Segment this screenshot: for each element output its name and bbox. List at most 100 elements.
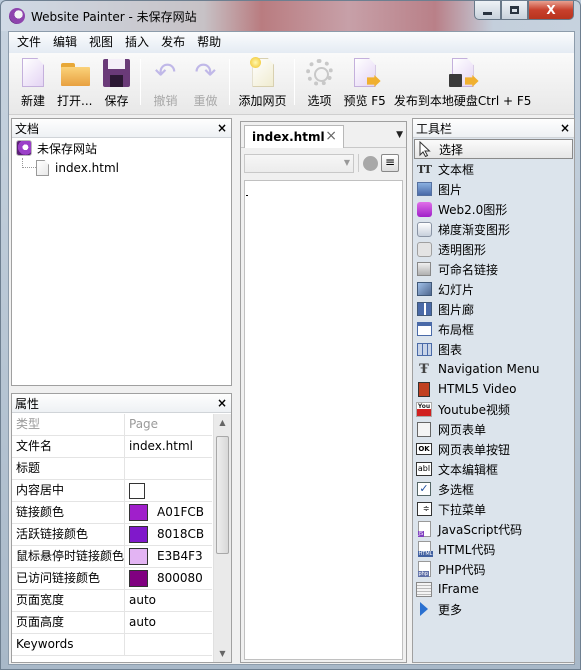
scrollbar-thumb[interactable] bbox=[216, 436, 229, 554]
tool-item[interactable]: IFrame bbox=[413, 579, 574, 599]
window-controls: X bbox=[474, 1, 574, 21]
color-swatch[interactable] bbox=[129, 548, 148, 565]
property-value-text: 800080 bbox=[157, 571, 203, 585]
property-value[interactable] bbox=[125, 458, 212, 479]
tool-item-label: Navigation Menu bbox=[438, 362, 540, 376]
tab-index-html[interactable]: index.html × bbox=[244, 125, 344, 148]
property-row[interactable]: 已访问链接颜色 800080 bbox=[12, 568, 212, 590]
property-value[interactable] bbox=[125, 480, 212, 501]
tool-item[interactable]: HTML HTML代码 bbox=[413, 539, 574, 559]
tool-item[interactable]: 布局框 bbox=[413, 319, 574, 339]
tab-close-icon[interactable]: × bbox=[325, 128, 337, 144]
tool-item[interactable]: 图表 bbox=[413, 339, 574, 359]
property-value[interactable]: 8018CB bbox=[125, 524, 212, 545]
redo-button[interactable]: ↷ 重做 bbox=[185, 53, 225, 111]
tool-item[interactable]: 选择 bbox=[414, 139, 573, 159]
color-swatch[interactable] bbox=[129, 526, 148, 543]
design-canvas[interactable] bbox=[244, 180, 403, 660]
publish-local-button[interactable]: 发布到本地硬盘Ctrl + F5 bbox=[390, 53, 536, 111]
property-value[interactable]: 800080 bbox=[125, 568, 212, 589]
property-key: 页面高度 bbox=[12, 612, 125, 633]
property-value[interactable]: index.html bbox=[125, 436, 212, 457]
property-row[interactable]: 页面宽度 auto bbox=[12, 590, 212, 612]
tool-item[interactable]: php PHP代码 bbox=[413, 559, 574, 579]
save-button[interactable]: 保存 bbox=[96, 53, 136, 111]
menu-publish[interactable]: 发布 bbox=[155, 32, 191, 53]
menu-file[interactable]: 文件 bbox=[11, 32, 47, 53]
property-key: Keywords bbox=[12, 634, 125, 655]
property-key: 页面宽度 bbox=[12, 590, 125, 611]
save-label: 保存 bbox=[104, 94, 129, 108]
tool-item[interactable]: ✓ 多选框 bbox=[413, 479, 574, 499]
tool-item[interactable]: abl 文本编辑框 bbox=[413, 459, 574, 479]
menu-view[interactable]: 视图 bbox=[83, 32, 119, 53]
tool-item[interactable]: 网页表单 bbox=[413, 419, 574, 439]
align-text-button[interactable]: ≡ bbox=[381, 154, 399, 172]
tool-item[interactable]: JS JavaScript代码 bbox=[413, 519, 574, 539]
menu-insert[interactable]: 插入 bbox=[119, 32, 155, 53]
app-window: Website Painter - 未保存网站 X 文件 编辑 视图 插入 发布… bbox=[0, 0, 581, 670]
tab-list-dropdown-icon[interactable]: ▼ bbox=[396, 130, 403, 140]
options-button[interactable]: 选项 bbox=[299, 53, 339, 111]
document-panel-title: 文档 bbox=[15, 121, 40, 136]
tool-item[interactable]: 透明图形 bbox=[413, 239, 574, 259]
property-value[interactable]: auto bbox=[125, 612, 212, 633]
close-toolbox-panel-icon[interactable]: × bbox=[560, 121, 570, 135]
property-row[interactable]: 鼠标悬停时链接颜色 E3B4F3 bbox=[12, 546, 212, 568]
property-value[interactable]: auto bbox=[125, 590, 212, 611]
color-swatch[interactable] bbox=[129, 504, 148, 521]
tool-item[interactable]: OK 网页表单按钮 bbox=[413, 439, 574, 459]
undo-button[interactable]: ↶ 撤销 bbox=[145, 53, 185, 111]
property-row[interactable]: 标题 bbox=[12, 458, 212, 480]
iframe-icon bbox=[416, 581, 432, 597]
scroll-up-arrow-icon[interactable]: ▲ bbox=[214, 414, 231, 431]
tool-item[interactable]: 更多 bbox=[413, 599, 574, 619]
maximize-button[interactable] bbox=[501, 1, 528, 20]
tool-item[interactable]: 梯度渐变图形 bbox=[413, 219, 574, 239]
title-bar[interactable]: Website Painter - 未保存网站 X bbox=[1, 1, 580, 31]
open-button[interactable]: 打开... bbox=[53, 53, 96, 111]
tool-item[interactable]: You Youtube视频 bbox=[413, 399, 574, 419]
tool-item[interactable]: 幻灯片 bbox=[413, 279, 574, 299]
property-row[interactable]: 活跃链接颜色 8018CB bbox=[12, 524, 212, 546]
properties-scrollbar[interactable]: ▲ ▼ bbox=[213, 414, 231, 662]
tool-item[interactable]: HTML5 Video bbox=[413, 379, 574, 399]
tool-item[interactable]: ≑ 下拉菜单 bbox=[413, 499, 574, 519]
add-page-button[interactable]: 添加网页 bbox=[234, 53, 290, 111]
html5-video-icon bbox=[416, 381, 432, 397]
tool-item[interactable]: Ŧ Navigation Menu bbox=[413, 359, 574, 379]
tree-item-site[interactable]: 未保存网站 bbox=[12, 138, 231, 158]
property-value[interactable]: A01FCB bbox=[125, 502, 212, 523]
center-content-checkbox[interactable] bbox=[129, 482, 145, 499]
tool-item[interactable]: Web2.0图形 bbox=[413, 199, 574, 219]
preview-button[interactable]: 预览 F5 bbox=[339, 53, 389, 111]
menu-edit[interactable]: 编辑 bbox=[47, 32, 83, 53]
tool-item[interactable]: 可命名链接 bbox=[413, 259, 574, 279]
tool-item[interactable]: TT 文本框 bbox=[413, 159, 574, 179]
tree-item-page[interactable]: index.html bbox=[12, 158, 231, 178]
chevron-down-icon: ▼ bbox=[343, 157, 350, 167]
property-row[interactable]: 页面高度 auto bbox=[12, 612, 212, 634]
property-value[interactable] bbox=[125, 634, 212, 655]
style-combo[interactable]: ▼ bbox=[244, 153, 354, 173]
close-document-panel-icon[interactable]: × bbox=[217, 121, 227, 135]
property-row[interactable]: 链接颜色 A01FCB bbox=[12, 502, 212, 524]
color-circle-button[interactable] bbox=[363, 155, 378, 171]
layout-box-icon bbox=[416, 321, 432, 337]
tool-item[interactable]: 图片廊 bbox=[413, 299, 574, 319]
new-page-icon bbox=[246, 57, 278, 89]
minimize-button[interactable] bbox=[474, 1, 501, 20]
close-window-button[interactable]: X bbox=[528, 1, 574, 20]
tool-item[interactable]: 图片 bbox=[413, 179, 574, 199]
property-row[interactable]: Keywords bbox=[12, 634, 212, 656]
property-value-text: index.html bbox=[129, 439, 193, 453]
scroll-down-arrow-icon[interactable]: ▼ bbox=[214, 645, 231, 662]
property-row[interactable]: 文件名 index.html bbox=[12, 436, 212, 458]
tab-label: index.html bbox=[252, 130, 325, 144]
color-swatch[interactable] bbox=[129, 570, 148, 587]
property-value[interactable]: E3B4F3 bbox=[125, 546, 212, 567]
close-properties-panel-icon[interactable]: × bbox=[217, 396, 227, 410]
property-row[interactable]: 内容居中 bbox=[12, 480, 212, 502]
menu-help[interactable]: 帮助 bbox=[191, 32, 227, 53]
new-button[interactable]: 新建 bbox=[13, 53, 53, 111]
